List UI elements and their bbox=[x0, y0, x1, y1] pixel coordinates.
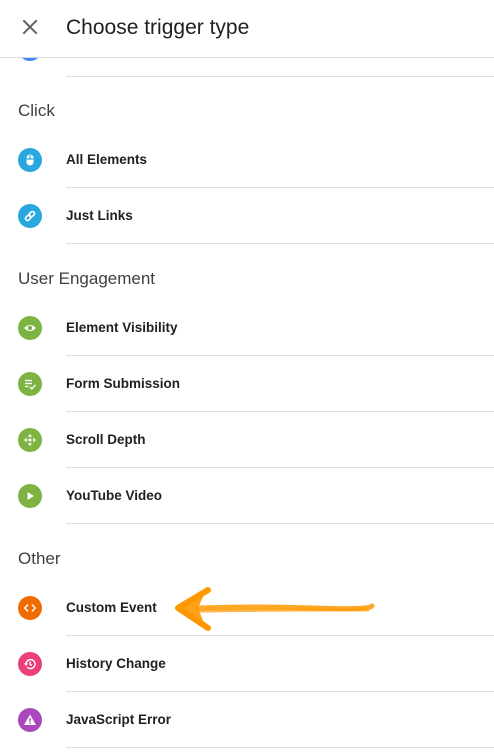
trigger-item-youtube-video[interactable]: YouTube Video bbox=[0, 468, 494, 524]
scroll-arrows-icon bbox=[18, 428, 42, 452]
trigger-item-label: JavaScript Error bbox=[66, 712, 172, 727]
eye-icon bbox=[18, 316, 42, 340]
warning-icon bbox=[18, 708, 42, 732]
annotation-arrow bbox=[175, 587, 375, 631]
trigger-item-label: History Change bbox=[66, 656, 166, 671]
trigger-type-list[interactable]: Click All Elements Just Links User Engag… bbox=[0, 0, 494, 753]
trigger-item-just-links[interactable]: Just Links bbox=[0, 188, 494, 244]
section-title-user-engagement: User Engagement bbox=[18, 269, 156, 288]
trigger-item-element-visibility[interactable]: Element Visibility bbox=[0, 300, 494, 356]
divider bbox=[66, 76, 494, 77]
mouse-icon bbox=[18, 148, 42, 172]
play-icon bbox=[18, 484, 42, 508]
trigger-item-all-elements[interactable]: All Elements bbox=[0, 132, 494, 188]
trigger-item-scroll-depth[interactable]: Scroll Depth bbox=[0, 412, 494, 468]
link-icon bbox=[18, 204, 42, 228]
section-title-click: Click bbox=[18, 101, 55, 120]
divider bbox=[66, 243, 494, 244]
trigger-item-label: Scroll Depth bbox=[66, 432, 146, 447]
trigger-item-label: Form Submission bbox=[66, 376, 181, 391]
trigger-item-label: All Elements bbox=[66, 152, 148, 167]
trigger-item-label: Custom Event bbox=[66, 600, 157, 615]
divider bbox=[66, 523, 494, 524]
dialog-header: Choose trigger type bbox=[0, 0, 494, 58]
trigger-item-label: YouTube Video bbox=[66, 488, 163, 503]
page-title: Choose trigger type bbox=[66, 16, 250, 39]
close-button[interactable] bbox=[16, 13, 44, 41]
trigger-item-javascript-error[interactable]: JavaScript Error bbox=[0, 692, 494, 748]
trigger-item-history-change[interactable]: History Change bbox=[0, 636, 494, 692]
section-title-other: Other bbox=[18, 549, 61, 568]
form-check-icon bbox=[18, 372, 42, 396]
trigger-item-label: Element Visibility bbox=[66, 320, 178, 335]
code-icon bbox=[18, 596, 42, 620]
trigger-item-label: Just Links bbox=[66, 208, 133, 223]
divider bbox=[66, 747, 494, 748]
history-icon bbox=[18, 652, 42, 676]
close-icon bbox=[22, 19, 38, 35]
trigger-item-form-submission[interactable]: Form Submission bbox=[0, 356, 494, 412]
